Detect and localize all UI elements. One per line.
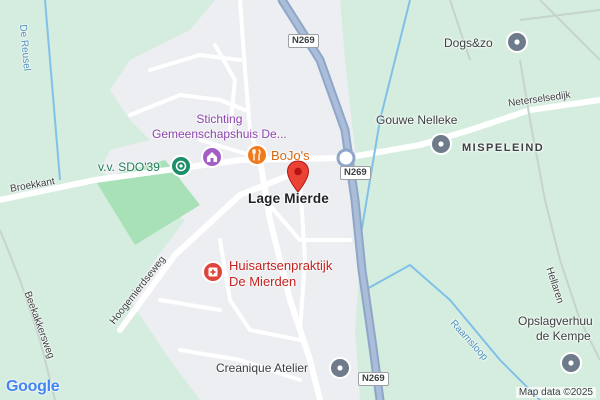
poi-label-dogs[interactable]: Dogs&zo: [444, 36, 493, 50]
place-dot-icon: [337, 365, 343, 371]
poi-bojos-marker[interactable]: [246, 144, 268, 166]
poi-opslag-line1: Opslagverhuu: [518, 314, 593, 328]
restaurant-icon: [252, 149, 261, 161]
poi-label-stichting[interactable]: Stichting Gemeenschapshuis De...: [152, 112, 287, 142]
poi-huisarts-line1: Huisartsenpraktijk: [229, 258, 333, 273]
sports-icon: [175, 160, 187, 172]
poi-stichting-line1: Stichting: [196, 112, 243, 126]
highway-shield-n269-north: N269: [288, 34, 319, 48]
poi-label-creanique[interactable]: Creanique Atelier: [216, 361, 308, 375]
poi-gouwe-marker[interactable]: [430, 133, 452, 155]
poi-label-sdo39[interactable]: v.v. SDO'39: [98, 160, 160, 174]
poi-label-opslag[interactable]: Opslagverhuu de Kempe: [518, 314, 593, 344]
community-hall-icon: [207, 152, 217, 162]
place-dot-icon: [438, 141, 444, 147]
highway-shield-n269-south: N269: [358, 372, 389, 386]
poi-opslag-marker[interactable]: [560, 352, 582, 374]
poi-opslag-line2: de Kempe: [536, 329, 591, 343]
poi-creanique-marker[interactable]: [329, 357, 351, 379]
medical-icon: [208, 267, 218, 277]
place-dot-icon: [568, 360, 574, 366]
district-label-mispeleind: MISPELEIND: [462, 142, 545, 154]
poi-huisarts-marker[interactable]: [202, 261, 224, 283]
place-dot-icon: [514, 39, 520, 45]
poi-stichting-marker[interactable]: [201, 146, 223, 168]
poi-huisarts-line2: De Mierden: [229, 274, 297, 289]
poi-stichting-line2: Gemeenschapshuis De...: [152, 127, 287, 141]
map-canvas[interactable]: N269 N269 N269 De Reusel Broekkant Hooge…: [0, 0, 600, 400]
location-pin-icon[interactable]: [286, 160, 310, 194]
highway-shield-n269-middle: N269: [340, 166, 371, 180]
poi-label-gouwe[interactable]: Gouwe Nelleke: [376, 113, 457, 127]
map-attribution[interactable]: Map data ©2025: [515, 387, 596, 398]
poi-dogs-marker[interactable]: [506, 31, 528, 53]
poi-sdo39-marker[interactable]: [170, 155, 192, 177]
google-logo[interactable]: Google: [6, 378, 60, 396]
poi-label-huisarts[interactable]: Huisartsenpraktijk De Mierden: [229, 258, 332, 290]
